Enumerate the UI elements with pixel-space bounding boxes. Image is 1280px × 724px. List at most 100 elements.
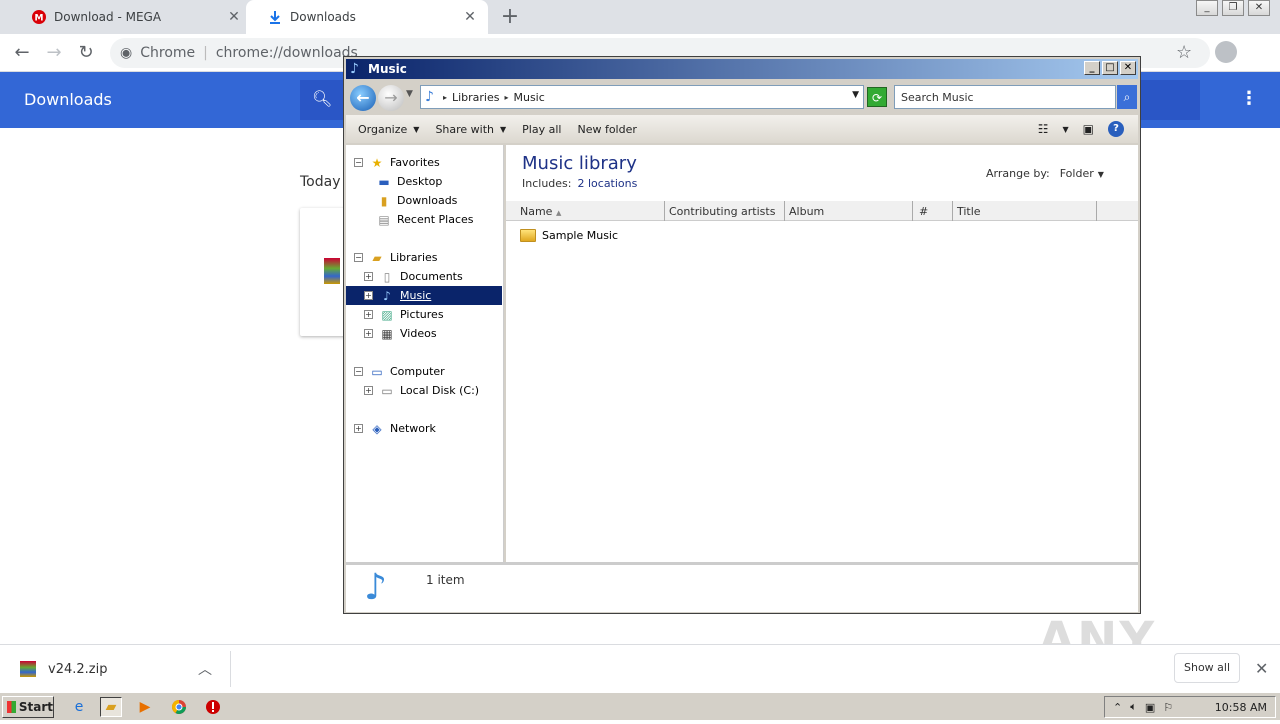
nav-local-disk[interactable]: + ▭ Local Disk (C:) bbox=[364, 381, 520, 400]
expand-icon[interactable]: + bbox=[364, 291, 373, 300]
reload-icon[interactable]: ↻ bbox=[74, 41, 98, 65]
close-button[interactable]: ✕ bbox=[1248, 0, 1270, 16]
breadcrumb[interactable]: ♪ ▸ Libraries ▸ Music ▼ bbox=[420, 85, 864, 109]
collapse-icon[interactable]: − bbox=[354, 367, 363, 376]
history-dropdown-icon[interactable]: ▼ bbox=[406, 89, 413, 99]
chevron-up-icon[interactable]: ︿ bbox=[198, 659, 212, 679]
close-icon[interactable]: ✕ bbox=[1255, 659, 1268, 678]
volume-icon[interactable]: 🔈︎ bbox=[1130, 700, 1137, 714]
nav-documents[interactable]: + ▯ Documents bbox=[364, 267, 520, 286]
downloads-folder-icon: ▮ bbox=[380, 193, 388, 208]
minimize-button[interactable]: _ bbox=[1084, 61, 1100, 75]
maximize-button[interactable]: □ bbox=[1102, 61, 1118, 75]
nav-computer[interactable]: − ▭ Computer bbox=[354, 362, 510, 381]
minimize-button[interactable]: _ bbox=[1196, 0, 1218, 16]
download-item[interactable]: v24.2.zip bbox=[20, 661, 107, 677]
search-icon[interactable]: ⌕ bbox=[1117, 85, 1137, 109]
nav-favorites[interactable]: − ★ Favorites bbox=[354, 153, 510, 172]
expand-icon[interactable]: + bbox=[364, 310, 373, 319]
action-center-flag-icon[interactable]: ⚐ bbox=[1163, 701, 1173, 714]
arrange-value: Folder bbox=[1059, 167, 1094, 180]
chevron-right-icon[interactable]: ▸ bbox=[504, 93, 508, 102]
window-titlebar: ♪ Music _ □ ✕ bbox=[346, 59, 1138, 79]
column-album[interactable]: Album bbox=[785, 201, 913, 221]
nav-music[interactable]: + ♪ Music bbox=[346, 286, 502, 305]
show-all-button[interactable]: Show all bbox=[1174, 653, 1240, 683]
organize-menu[interactable]: Organize ▼ bbox=[358, 123, 419, 136]
navigation-pane: − ★ Favorites ▬ Desktop ▮ Downloads ▤ Recent … bbox=[346, 145, 504, 571]
play-all-button[interactable]: Play all bbox=[522, 123, 561, 136]
tab-downloads[interactable]: Downloads ✕ bbox=[246, 0, 488, 34]
start-button[interactable]: Start bbox=[2, 696, 54, 718]
command-bar: Organize ▼ Share with ▼ Play all New folde… bbox=[346, 115, 1138, 143]
nav-label: Computer bbox=[390, 365, 445, 378]
search-input[interactable]: Search Music bbox=[894, 85, 1116, 109]
clock[interactable]: 10:58 AM bbox=[1215, 701, 1267, 714]
expand-icon[interactable]: + bbox=[364, 386, 373, 395]
bookmark-star-icon[interactable]: ☆ bbox=[1176, 42, 1192, 63]
column-contributing-artists[interactable]: Contributing artists bbox=[665, 201, 785, 221]
nav-label: Libraries bbox=[390, 251, 438, 264]
nav-videos[interactable]: + ▦ Videos bbox=[364, 324, 520, 343]
close-icon[interactable]: ✕ bbox=[462, 9, 478, 25]
separator: | bbox=[203, 45, 208, 61]
back-arrow-icon[interactable]: ← bbox=[350, 85, 376, 111]
share-with-label: Share with bbox=[435, 122, 495, 136]
collapse-icon[interactable]: − bbox=[354, 253, 363, 262]
explorer-taskbar-icon[interactable]: ▰ bbox=[100, 697, 122, 717]
new-folder-button[interactable]: New folder bbox=[577, 123, 636, 136]
view-details-icon[interactable]: ☷ bbox=[1038, 122, 1049, 136]
media-player-icon[interactable]: ▶ bbox=[134, 697, 156, 717]
forward-icon[interactable]: → bbox=[42, 41, 66, 65]
chevron-down-icon[interactable]: ▼ bbox=[1063, 125, 1069, 134]
forward-arrow-icon[interactable]: → bbox=[378, 85, 404, 111]
new-folder-label: New folder bbox=[577, 122, 637, 136]
close-icon[interactable]: ✕ bbox=[226, 9, 242, 25]
profile-avatar[interactable] bbox=[1215, 41, 1237, 63]
close-button[interactable]: ✕ bbox=[1120, 61, 1136, 75]
list-item[interactable]: Sample Music bbox=[520, 229, 618, 242]
collapse-icon[interactable]: − bbox=[354, 158, 363, 167]
more-menu-icon[interactable]: ⋮ bbox=[1240, 88, 1258, 109]
breadcrumb-libraries[interactable]: Libraries bbox=[452, 91, 500, 104]
locations-link[interactable]: 2 locations bbox=[577, 177, 637, 190]
internet-explorer-icon[interactable]: e bbox=[68, 697, 90, 717]
chevron-right-icon[interactable]: ▸ bbox=[443, 93, 447, 102]
restore-button[interactable]: ❐ bbox=[1222, 0, 1244, 16]
refresh-icon[interactable]: ⟳ bbox=[867, 87, 887, 107]
stop-icon[interactable] bbox=[202, 697, 224, 717]
network-tray-icon[interactable]: ▣ bbox=[1145, 701, 1155, 714]
chrome-taskbar-icon[interactable] bbox=[168, 697, 190, 717]
chevron-down-icon: ▼ bbox=[500, 124, 507, 134]
column-title[interactable]: Title bbox=[953, 201, 1097, 221]
share-with-menu[interactable]: Share with ▼ bbox=[435, 123, 506, 136]
play-all-label: Play all bbox=[522, 122, 562, 136]
address-row: ← → ▼ ♪ ▸ Libraries ▸ Music ▼ ⟳ Search M… bbox=[346, 81, 1138, 113]
back-icon[interactable]: ← bbox=[10, 41, 34, 65]
download-shelf: v24.2.zip ︿ Show all ✕ bbox=[0, 644, 1280, 692]
search-icon[interactable]: 🔍︎ bbox=[312, 89, 332, 108]
expand-icon[interactable]: + bbox=[364, 329, 373, 338]
expand-icon[interactable]: + bbox=[364, 272, 373, 281]
column-name[interactable]: Name ▲ bbox=[506, 201, 665, 221]
nav-label: Videos bbox=[400, 327, 437, 340]
tab-mega[interactable]: M Download - MEGA ✕ bbox=[10, 0, 252, 34]
arrange-dropdown[interactable]: Folder ▼ bbox=[1060, 167, 1104, 180]
new-tab-button[interactable]: + bbox=[498, 4, 522, 29]
computer-icon: ▭ bbox=[371, 364, 383, 379]
organize-label: Organize bbox=[358, 122, 408, 136]
page-title: Downloads bbox=[24, 90, 112, 109]
show-hidden-icons-icon[interactable]: ⌃ bbox=[1113, 701, 1122, 714]
column-track-number[interactable]: # bbox=[913, 201, 953, 221]
nav-libraries[interactable]: − ▰ Libraries bbox=[354, 248, 510, 267]
preview-pane-icon[interactable]: ▣ bbox=[1083, 122, 1094, 136]
nav-network[interactable]: + ◈ Network bbox=[354, 419, 510, 438]
taskbar: Start e ▰ ▶ ⌃ 🔈︎ ▣ ⚐ 10:58 AM bbox=[0, 692, 1280, 720]
sort-ascending-icon: ▲ bbox=[555, 209, 562, 217]
expand-icon[interactable]: + bbox=[354, 424, 363, 433]
breadcrumb-music[interactable]: Music bbox=[513, 91, 544, 104]
chevron-down-icon[interactable]: ▼ bbox=[852, 90, 859, 100]
nav-pictures[interactable]: + ▨ Pictures bbox=[364, 305, 520, 324]
desktop-icon: ▬ bbox=[378, 174, 390, 189]
help-icon[interactable]: ? bbox=[1108, 121, 1124, 137]
